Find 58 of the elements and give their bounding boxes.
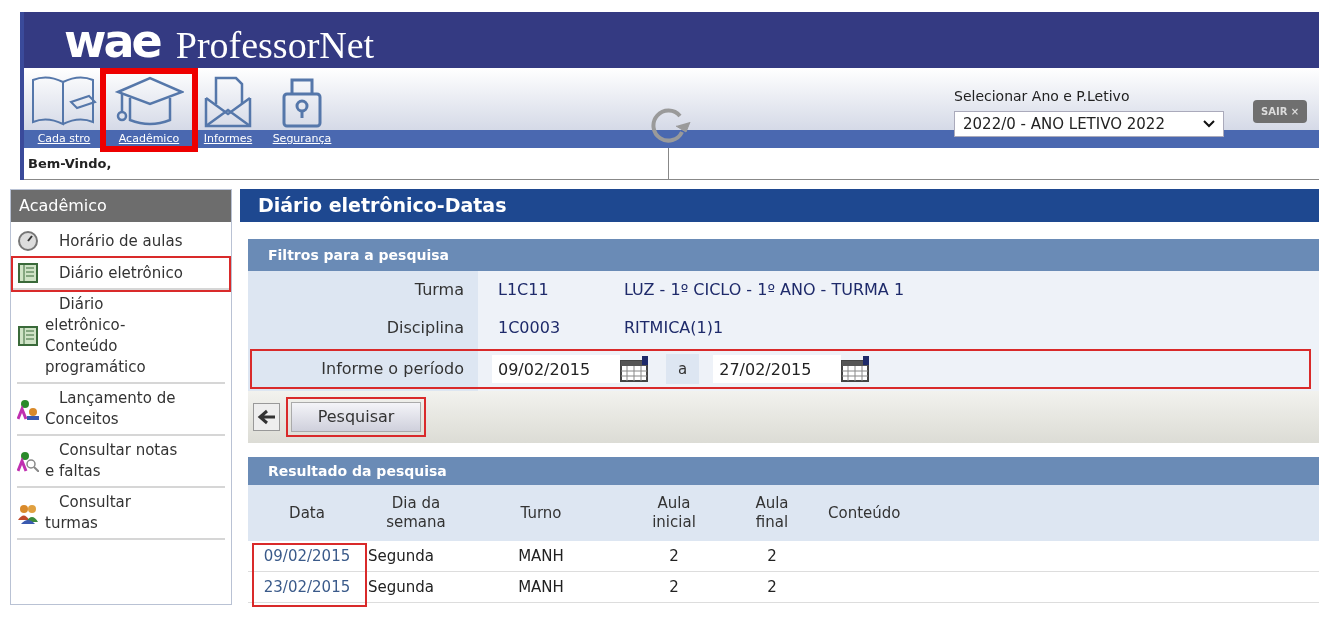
magnifier-icon: [17, 450, 39, 472]
ledger-icon: [17, 325, 39, 347]
table-cell-text: 2: [766, 576, 778, 598]
column-header: Conteúdo: [827, 503, 901, 523]
field-value: L1C11: [497, 279, 550, 301]
date-field[interactable]: 09/02/2015: [492, 355, 620, 383]
calendar-icon[interactable]: [841, 355, 872, 383]
field-value: LUZ - 1º CICLO - 1º ANO - TURMA 1: [624, 279, 905, 301]
ledger-icon: [17, 262, 39, 284]
column-header: Aula inicial: [651, 494, 697, 532]
clock-icon: [17, 230, 39, 252]
sidebar-title: Acadêmico: [11, 190, 231, 222]
date-link[interactable]: 23/02/2015: [248, 575, 366, 599]
period-selector-label: Selecionar Ano e P.Letivo: [954, 87, 1131, 106]
field-label: Informe o período: [321, 358, 464, 380]
sidebar-item[interactable]: Diário eletrônico: [13, 258, 229, 290]
field-value: RITMICA(1)1: [624, 317, 724, 339]
field-label: Disciplina: [386, 317, 464, 339]
sidebar-item[interactable]: Diário eletrônico-Conteúdo programático: [17, 290, 225, 384]
field-label: Turma: [414, 279, 464, 301]
toolbar-link[interactable]: Acadêmico: [118, 130, 180, 148]
people-icon: [17, 398, 39, 420]
field-value: 1C0003: [497, 317, 562, 339]
column-header: Data: [288, 503, 326, 523]
toolbar-link[interactable]: Cada stro: [37, 130, 91, 148]
table-cell-text: MANH: [517, 545, 565, 567]
period-select[interactable]: 2022/0 - ANO LETIVO 2022: [954, 111, 1224, 137]
search-button[interactable]: Pesquisar: [291, 402, 421, 432]
column-header: Turno: [519, 503, 563, 523]
toolbar-link[interactable]: Segurança: [272, 130, 332, 148]
people-icon: [17, 502, 39, 524]
calendar-icon[interactable]: [620, 355, 650, 383]
date-link[interactable]: 09/02/2015: [248, 544, 366, 568]
table-cell-text: 2: [668, 545, 680, 567]
section-header: Filtros para a pesquisa: [248, 239, 1319, 271]
sidebar-item[interactable]: Lançamento de Conceitos: [17, 384, 225, 436]
welcome-text: Bem-Vindo,: [27, 154, 112, 173]
page-title: Diário eletrônico-Datas: [240, 189, 1319, 222]
left-arrow-icon: [256, 409, 277, 425]
chevron-down-icon: [1203, 120, 1215, 128]
logo: wae: [64, 18, 160, 64]
back-button[interactable]: [253, 403, 280, 431]
toolbar-link[interactable]: Informes: [203, 130, 253, 148]
app-title: ProfessorNet: [175, 26, 375, 64]
table-cell-text: MANH: [517, 576, 565, 598]
column-header: Aula final: [754, 494, 790, 532]
table-cell-text: 2: [766, 545, 778, 567]
column-header: Dia da semana: [385, 494, 447, 532]
sidebar-item[interactable]: Consultar notas e faltas: [17, 436, 225, 488]
separator-text: a: [666, 353, 700, 385]
table-cell-text: Segunda: [367, 545, 435, 567]
date-field[interactable]: 27/02/2015: [713, 355, 842, 383]
table-cell-text: 2: [668, 576, 680, 598]
sidebar-item[interactable]: Horário de aulas: [17, 226, 225, 258]
logout-button[interactable]: SAIR ×: [1253, 100, 1308, 123]
table-cell-text: Segunda: [367, 576, 435, 598]
section-header: Resultado da pesquisa: [248, 457, 1319, 485]
sidebar-item[interactable]: Consultar turmas: [17, 488, 225, 540]
